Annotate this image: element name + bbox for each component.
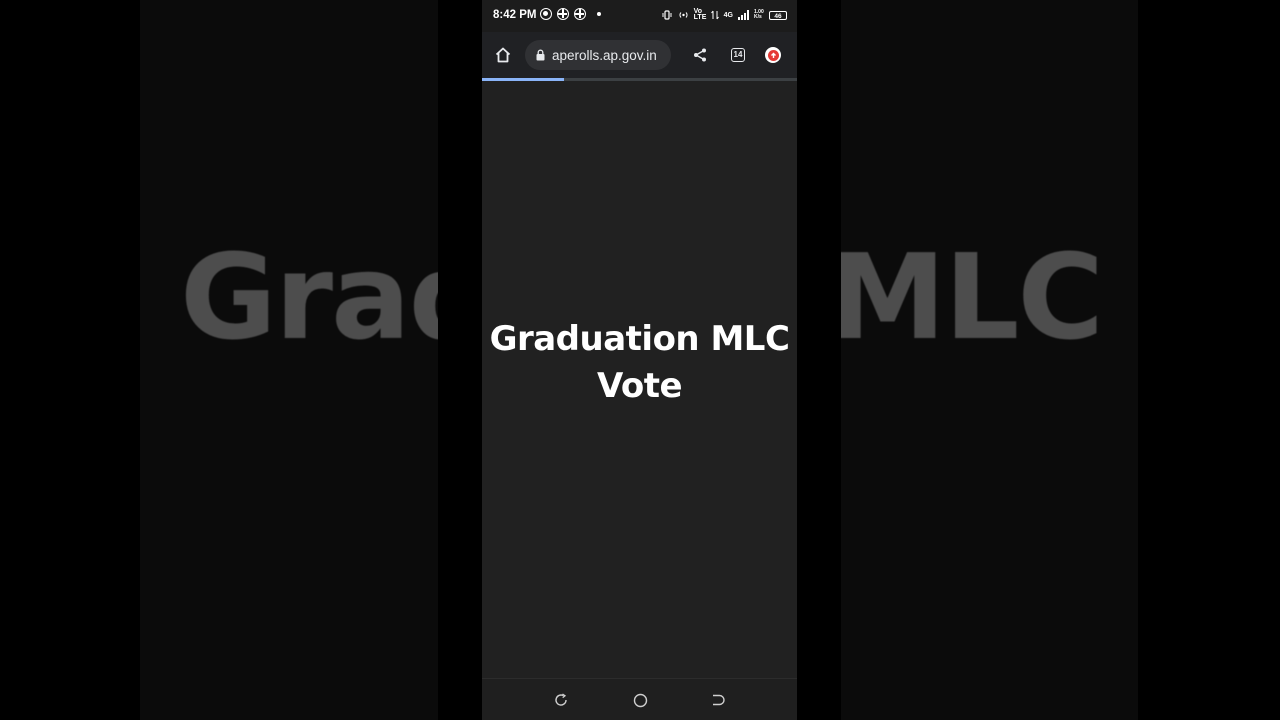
more-notifications-icon <box>597 12 601 16</box>
backdrop-left: Grad <box>140 0 438 720</box>
home-icon <box>495 47 511 63</box>
signal-icon <box>738 10 749 20</box>
vibrate-icon <box>662 10 672 20</box>
headline-line-2: Vote <box>596 366 683 406</box>
backdrop-right-text: MLC <box>841 228 1104 366</box>
battery-icon: 46 <box>769 10 787 20</box>
update-button[interactable] <box>761 43 785 67</box>
volte-label: Vo LTE <box>693 8 707 21</box>
system-icons: Vo LTE 4G 1.00 K/s 46 <box>661 8 787 21</box>
share-button[interactable] <box>688 43 712 67</box>
app-notification-icon <box>557 8 569 20</box>
recents-button[interactable] <box>553 692 569 708</box>
headline-line-1: Graduation MLC <box>489 319 790 359</box>
network-type-label: 4G <box>723 11 733 19</box>
status-bar: 8:42 PM Vo LTE 4G 1.00 K/s 46 <box>482 0 797 32</box>
backdrop-right: MLC <box>841 0 1138 720</box>
phone-screen: 8:42 PM Vo LTE 4G 1.00 K/s 46 aperolls.a… <box>482 0 797 720</box>
page-headline: Graduation MLC Vote <box>482 316 797 410</box>
recents-icon <box>555 693 567 706</box>
tab-switcher-button[interactable]: 14 <box>726 43 750 67</box>
web-page-content: Graduation MLC Vote <box>482 81 797 678</box>
share-icon <box>694 48 706 62</box>
home-nav-button[interactable] <box>632 692 648 708</box>
update-icon <box>765 47 781 63</box>
lock-icon <box>536 49 545 61</box>
record-notification-icon <box>540 8 552 20</box>
app-notification-icon <box>574 8 586 20</box>
home-button[interactable] <box>491 43 515 67</box>
data-arrows-icon <box>710 10 719 20</box>
notification-icons <box>540 8 601 20</box>
hotspot-icon <box>679 12 688 18</box>
net-speed-label: 1.00 K/s <box>754 9 764 20</box>
back-button[interactable] <box>710 692 726 708</box>
backdrop-left-text: Grad <box>180 228 438 366</box>
tab-switcher-icon: 14 <box>731 48 745 62</box>
home-circle-icon <box>633 693 647 707</box>
url-text: aperolls.ap.gov.in <box>552 47 657 63</box>
status-time: 8:42 PM <box>493 9 537 21</box>
url-bar[interactable]: aperolls.ap.gov.in <box>525 40 671 70</box>
video-frame: Grad MLC 8:42 PM Vo LTE <box>0 0 1280 720</box>
browser-toolbar: aperolls.ap.gov.in 14 <box>482 32 797 78</box>
back-icon <box>713 694 725 706</box>
system-navigation-bar <box>482 678 797 720</box>
